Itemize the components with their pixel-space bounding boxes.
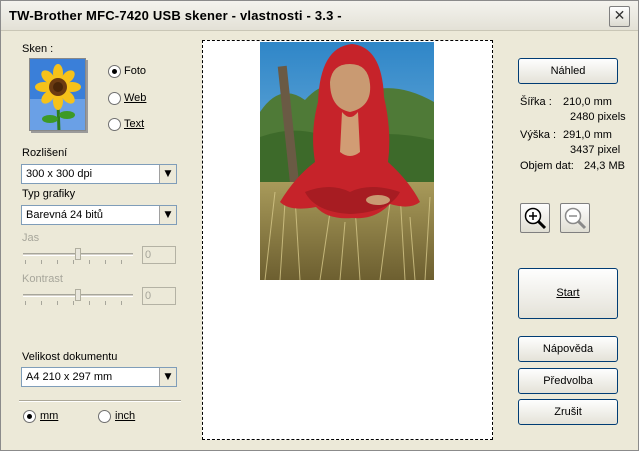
document-size-label: Velikost dokumentu bbox=[22, 351, 118, 363]
chevron-down-icon[interactable]: ▼ bbox=[159, 165, 176, 183]
help-button[interactable]: Nápověda bbox=[518, 336, 618, 362]
brightness-slider-thumb bbox=[75, 248, 81, 260]
unit-inch-radio[interactable] bbox=[98, 410, 111, 423]
height-px: 3437 pixel bbox=[570, 144, 621, 156]
scan-label: Sken : bbox=[22, 43, 54, 55]
start-button[interactable]: Start bbox=[518, 268, 618, 319]
brightness-label: Jas bbox=[22, 232, 40, 244]
preset-button-label: Předvolba bbox=[543, 375, 593, 387]
width-mm: 210,0 mm bbox=[563, 96, 612, 108]
graphics-type-label: Typ grafiky bbox=[22, 188, 76, 200]
preview-photo bbox=[260, 42, 434, 280]
contrast-value: 0 bbox=[142, 287, 176, 305]
width-label: Šířka : bbox=[520, 96, 552, 108]
height-mm: 291,0 mm bbox=[563, 129, 612, 141]
chevron-down-icon[interactable]: ▼ bbox=[159, 368, 176, 386]
width-px: 2480 pixels bbox=[570, 111, 626, 123]
unit-mm-label[interactable]: mm bbox=[40, 410, 58, 422]
preview-button[interactable]: Náhled bbox=[518, 58, 618, 84]
help-button-label: Nápověda bbox=[542, 343, 594, 355]
scan-foto-radio[interactable] bbox=[108, 65, 121, 78]
scan-foto-label[interactable]: Foto bbox=[124, 65, 146, 77]
resolution-select[interactable]: 300 x 300 dpi ▼ bbox=[21, 164, 177, 184]
scan-web-label[interactable]: Web bbox=[124, 92, 146, 104]
resolution-value: 300 x 300 dpi bbox=[26, 168, 93, 180]
title-bar: TW-Brother MFC-7420 USB skener - vlastno… bbox=[1, 1, 638, 31]
cancel-button[interactable]: Zrušit bbox=[518, 399, 618, 425]
unit-inch-label[interactable]: inch bbox=[115, 410, 135, 422]
data-size-label: Objem dat: bbox=[520, 160, 574, 172]
scan-text-label[interactable]: Text bbox=[124, 118, 144, 130]
unit-mm-radio[interactable] bbox=[23, 410, 36, 423]
cancel-button-label: Zrušit bbox=[554, 406, 582, 418]
scan-text-radio[interactable] bbox=[108, 118, 121, 131]
document-size-value: A4 210 x 297 mm bbox=[26, 371, 113, 383]
brightness-value: 0 bbox=[142, 246, 176, 264]
contrast-label: Kontrast bbox=[22, 273, 63, 285]
resolution-label: Rozlišení bbox=[22, 147, 68, 159]
preview-button-label: Náhled bbox=[550, 65, 586, 77]
scanner-properties-dialog: TW-Brother MFC-7420 USB skener - vlastno… bbox=[0, 0, 639, 451]
zoom-in-icon[interactable] bbox=[520, 203, 550, 233]
zoom-out-icon[interactable] bbox=[560, 203, 590, 233]
contrast-slider-thumb bbox=[75, 289, 81, 301]
sunflower-photo-icon bbox=[29, 58, 86, 131]
preset-button[interactable]: Předvolba bbox=[518, 368, 618, 394]
data-size-value: 24,3 MB bbox=[584, 160, 625, 172]
document-size-select[interactable]: A4 210 x 297 mm ▼ bbox=[21, 367, 177, 387]
start-button-label: Start bbox=[556, 287, 580, 299]
height-label: Výška : bbox=[520, 129, 557, 141]
close-icon[interactable]: ✕ bbox=[609, 6, 630, 27]
graphics-type-select[interactable]: Barevná 24 bitů ▼ bbox=[21, 205, 177, 225]
window-title: TW-Brother MFC-7420 USB skener - vlastno… bbox=[9, 8, 342, 23]
scan-web-radio[interactable] bbox=[108, 92, 121, 105]
chevron-down-icon[interactable]: ▼ bbox=[159, 206, 176, 224]
divider bbox=[19, 400, 181, 402]
graphics-type-value: Barevná 24 bitů bbox=[26, 209, 104, 221]
